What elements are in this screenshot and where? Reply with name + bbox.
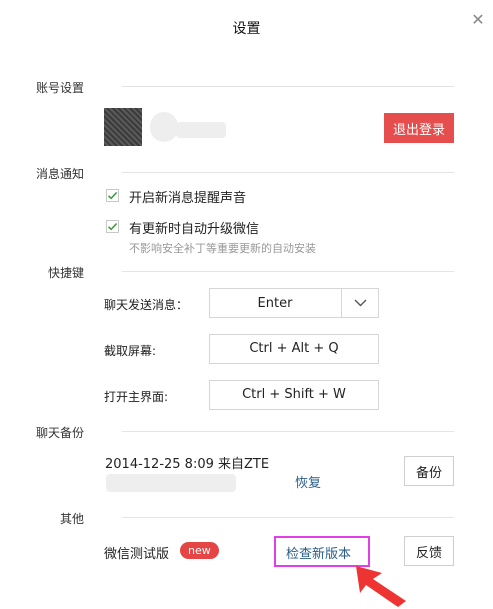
sound-checkbox[interactable]: [106, 189, 119, 202]
beta-label: 微信测试版: [104, 547, 170, 562]
divider: [122, 517, 454, 518]
backup-button[interactable]: 备份: [404, 456, 454, 486]
section-title-account: 账号设置: [36, 81, 85, 95]
divider: [122, 172, 454, 173]
chevron-down-icon: [354, 299, 367, 307]
dropdown-button[interactable]: [341, 289, 379, 317]
sound-label: 开启新消息提醒声音: [129, 191, 247, 206]
divider: [122, 86, 454, 87]
new-badge: new: [180, 542, 219, 559]
section-title-backup: 聊天备份: [36, 426, 85, 440]
divider: [122, 431, 454, 432]
backup-entry: 2014-12-25 8:09 来自ZTE: [105, 457, 270, 472]
send-shortcut-value: Enter: [257, 296, 293, 311]
blurred-name: [150, 112, 178, 142]
send-shortcut-select[interactable]: Enter: [209, 288, 379, 318]
blurred-name-2: [176, 122, 226, 138]
logout-button[interactable]: 退出登录: [384, 113, 454, 143]
close-icon[interactable]: ✕: [468, 10, 488, 30]
open-main-shortcut-input[interactable]: Ctrl + Shift + W: [209, 380, 379, 410]
section-title-other: 其他: [60, 512, 85, 526]
open-main-shortcut-label: 打开主界面:: [104, 390, 169, 404]
section-title-shortcut: 快捷键: [48, 266, 85, 280]
check-icon: [107, 191, 118, 200]
blurred-backup-info: [106, 474, 236, 492]
divider: [122, 271, 454, 272]
screenshot-shortcut-input[interactable]: Ctrl + Alt + Q: [209, 334, 379, 364]
auto-update-hint: 不影响安全补丁等重要更新的自动安装: [129, 242, 316, 255]
auto-update-label: 有更新时自动升级微信: [129, 222, 260, 237]
avatar: [104, 108, 142, 146]
auto-update-checkbox[interactable]: [106, 220, 119, 233]
restore-link[interactable]: 恢复: [295, 472, 321, 491]
check-icon: [107, 222, 118, 231]
arrow-annotation: [356, 566, 406, 607]
send-shortcut-label: 聊天发送消息：: [104, 298, 189, 312]
screenshot-shortcut-label: 截取屏幕:: [104, 344, 157, 358]
window-title: 设置: [232, 21, 261, 37]
section-title-notify: 消息通知: [36, 167, 85, 181]
